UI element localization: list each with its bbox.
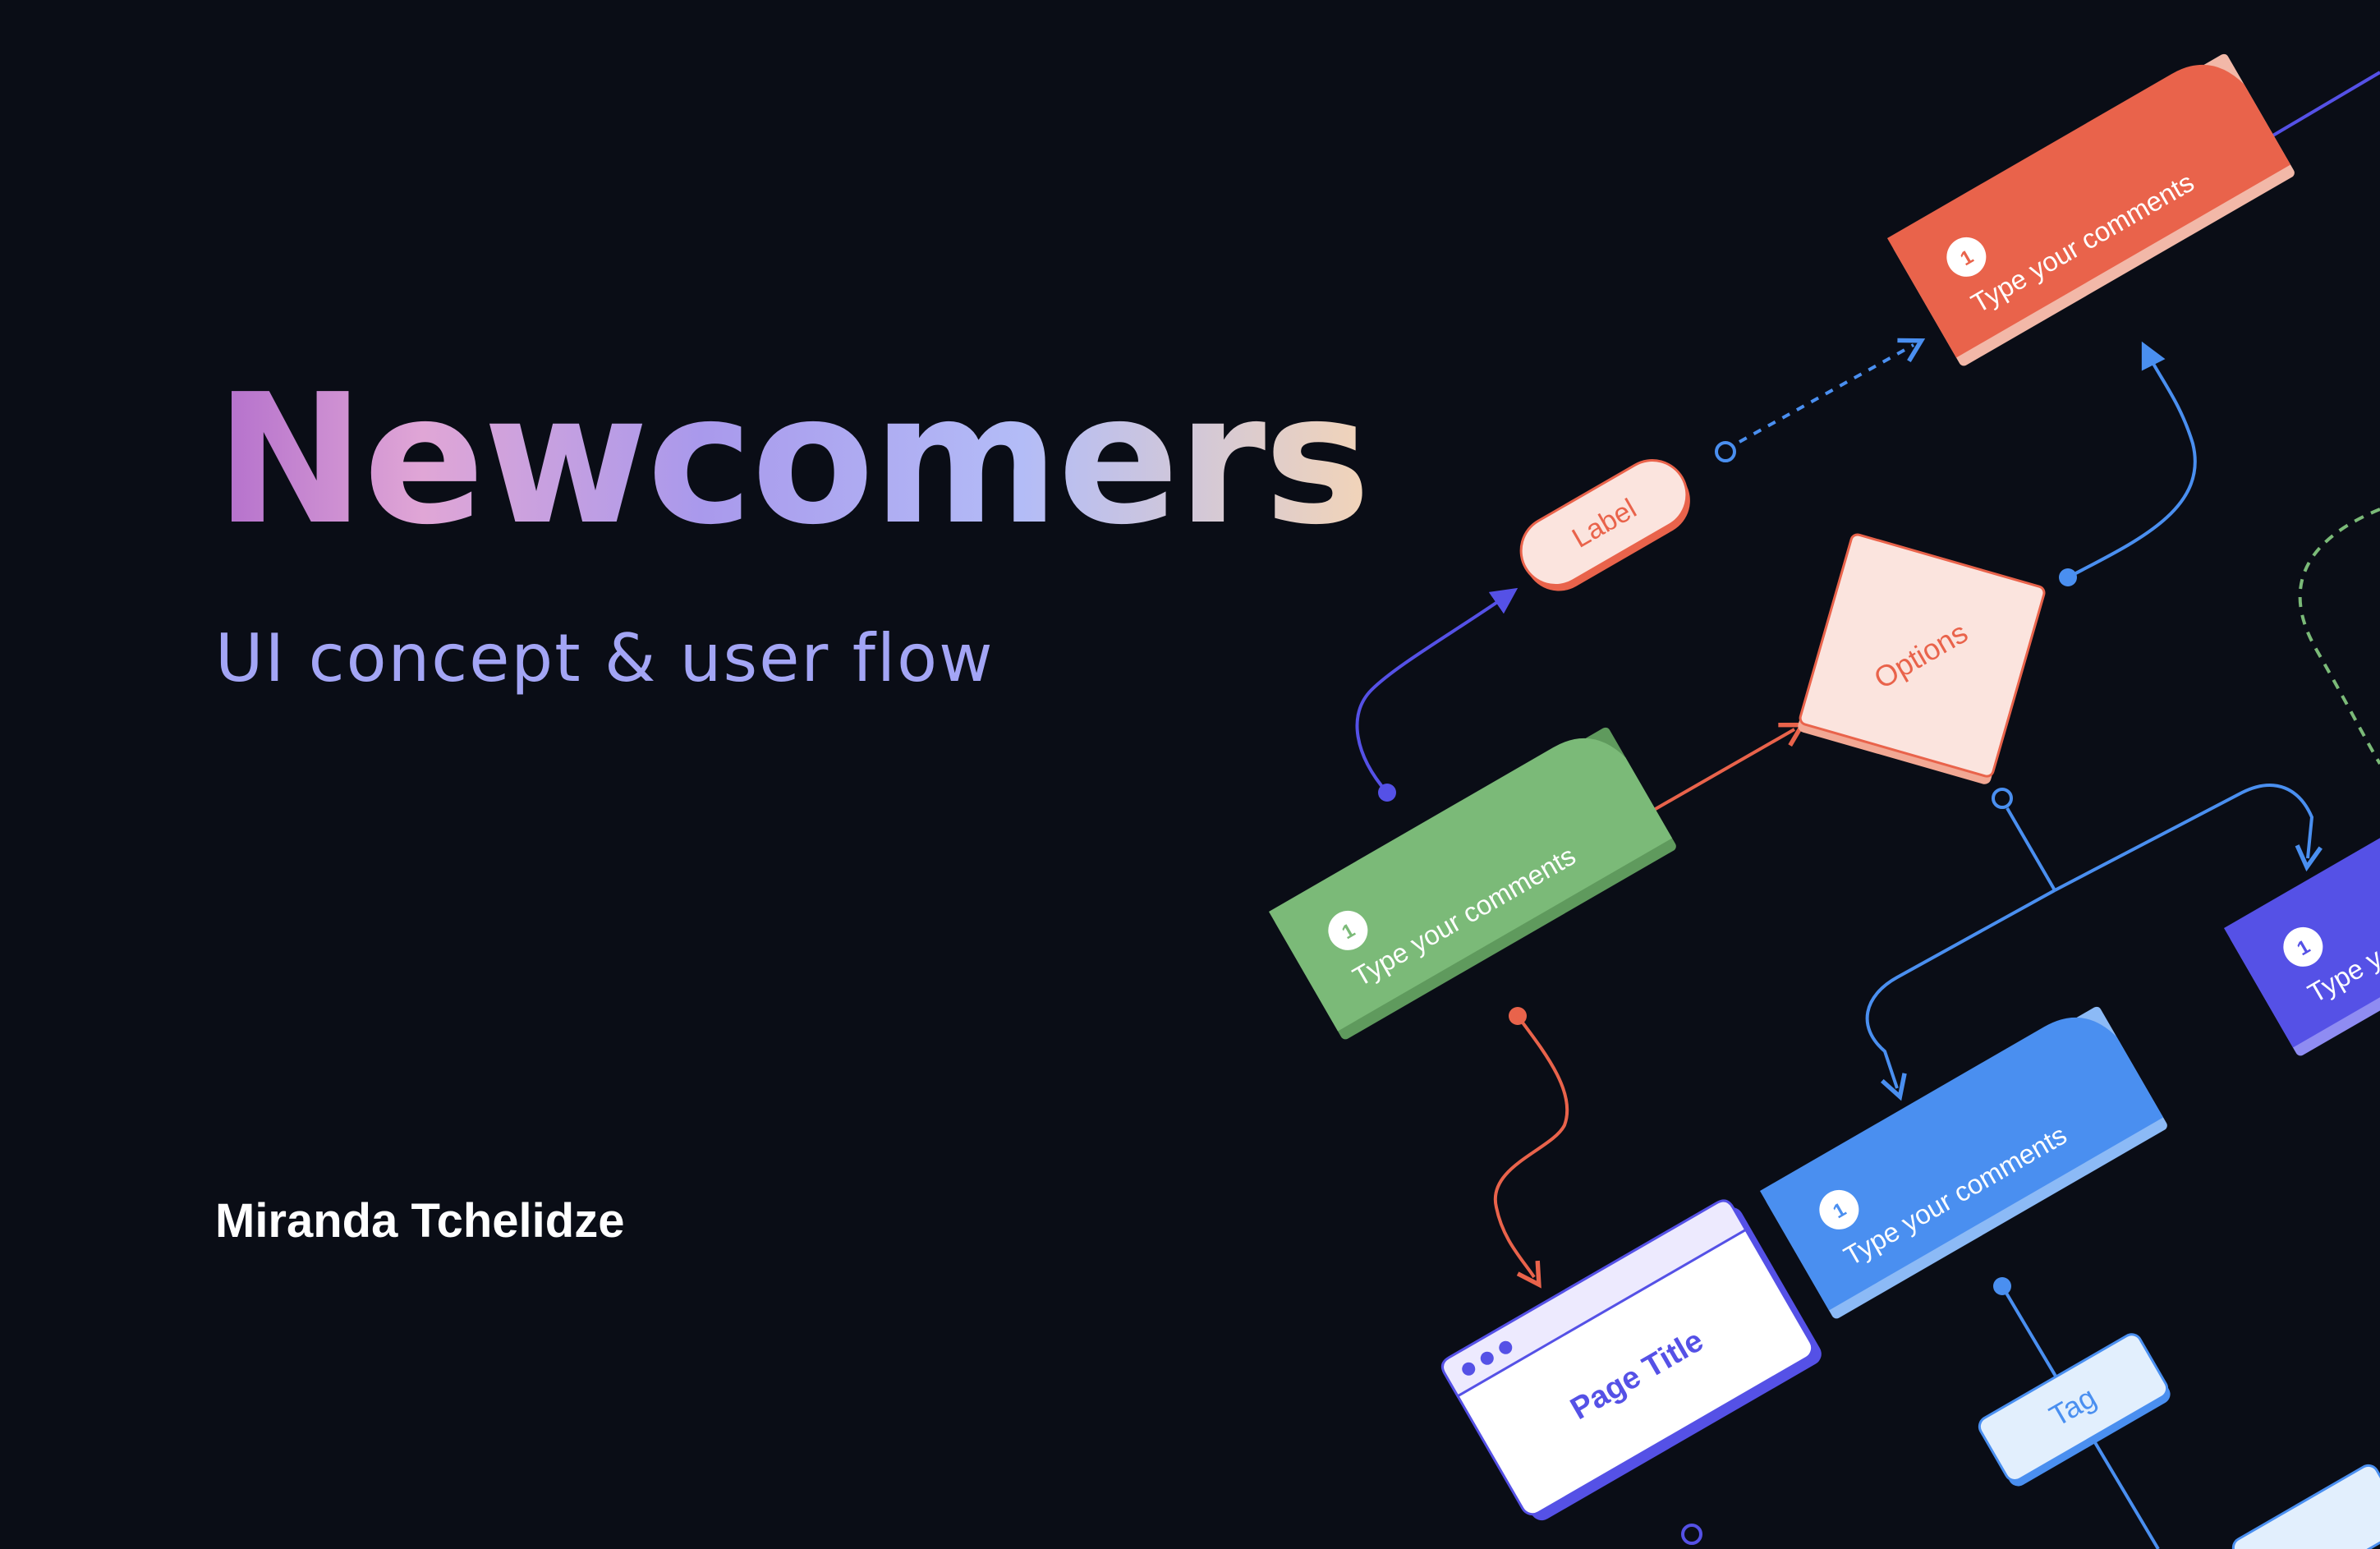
- flow-card-indigo[interactable]: 1 Type yo: [2224, 735, 2380, 1058]
- label-pill[interactable]: Label: [1509, 448, 1703, 604]
- flow-card-green[interactable]: 1 Type your comments: [1269, 719, 1678, 1041]
- user-flow-diagram: 1 Type your comments Label Options 1 Typ…: [1269, 45, 2380, 1549]
- connector-dashed-green: [2298, 508, 2380, 765]
- partial-box-bottom: [2231, 1464, 2380, 1549]
- connector-green-to-label: [1355, 587, 1519, 802]
- page-window[interactable]: Page Title: [1439, 1195, 1826, 1528]
- connector-green-to-window: [1493, 1007, 1569, 1289]
- window-connector-dot: [1681, 1524, 1702, 1545]
- connector-options-to-red-card: [2059, 341, 2197, 586]
- tag-box[interactable]: Tag: [1976, 1331, 2174, 1489]
- flow-card-red[interactable]: 1 Type your comments: [1887, 45, 2296, 368]
- flow-card-blue[interactable]: 1 Type your comments: [1760, 998, 2169, 1321]
- options-box[interactable]: Options: [1796, 533, 2046, 786]
- connector-label-to-red-card: [1715, 338, 1926, 462]
